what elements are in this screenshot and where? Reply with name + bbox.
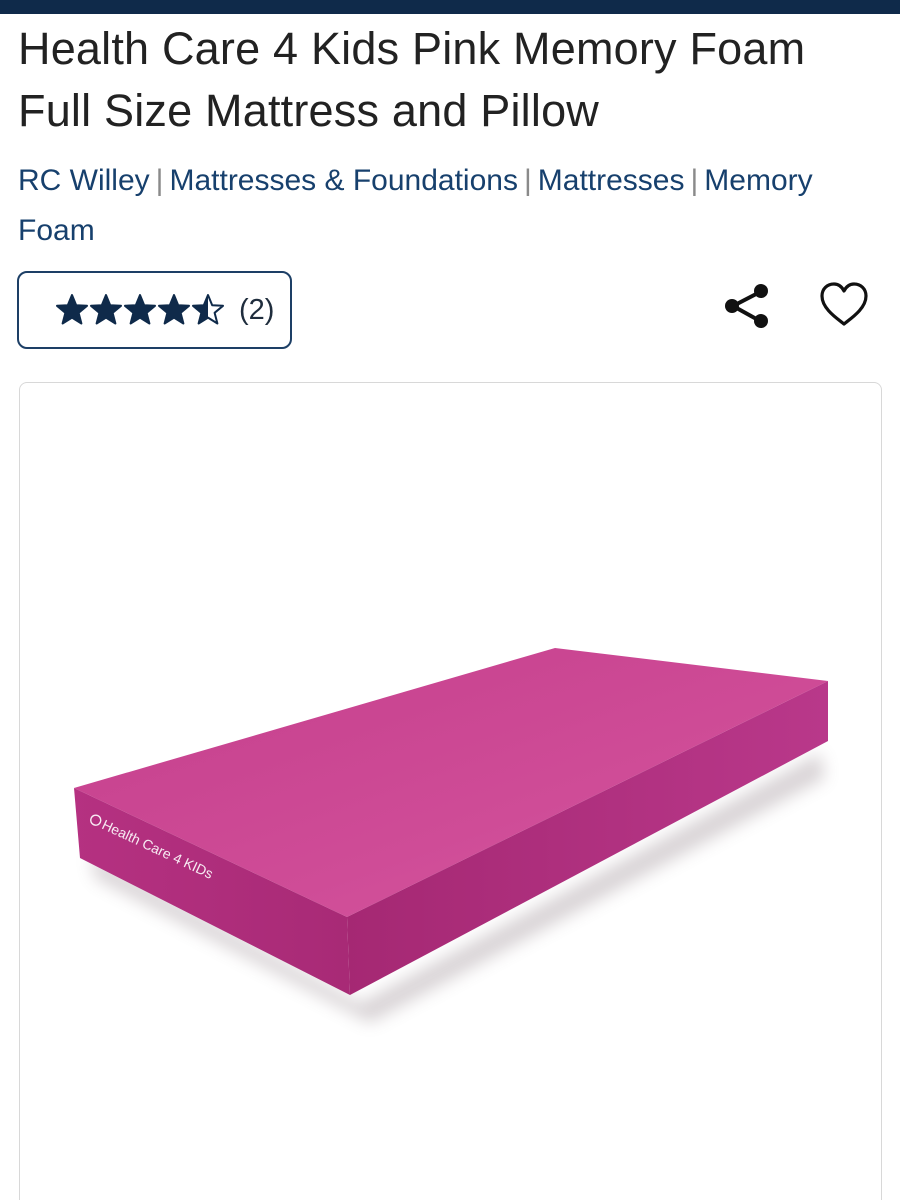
- breadcrumb: RC Willey | Mattresses & Foundations | Mattr…: [18, 156, 888, 256]
- star-icon: [124, 294, 156, 325]
- star-icon: [158, 294, 190, 325]
- breadcrumb-separator: |: [523, 164, 532, 197]
- breadcrumb-separator: |: [155, 164, 164, 197]
- rating-button[interactable]: (2): [17, 271, 292, 349]
- heart-icon: [820, 282, 868, 326]
- breadcrumb-mattresses[interactable]: Mattresses: [538, 164, 685, 197]
- star-icon: [90, 294, 122, 325]
- star-icon: [56, 294, 88, 325]
- mattress-image: Health Care 4 KIDs: [74, 648, 828, 1023]
- product-image-card[interactable]: Health Care 4 KIDs: [19, 382, 882, 1200]
- top-nav-bar: [0, 0, 900, 14]
- share-icon: [725, 284, 768, 328]
- breadcrumb-rc-willey[interactable]: RC Willey: [18, 164, 150, 197]
- product-title: Health Care 4 Kids Pink Memory Foam Full…: [18, 23, 806, 136]
- star-rating: [55, 290, 225, 330]
- breadcrumb-separator: |: [690, 164, 699, 197]
- review-count: (2): [239, 293, 275, 326]
- breadcrumb-mattresses-foundations[interactable]: Mattresses & Foundations: [169, 164, 518, 197]
- favorite-button[interactable]: [818, 281, 870, 329]
- share-button[interactable]: [720, 282, 774, 332]
- star-icon: [192, 294, 224, 325]
